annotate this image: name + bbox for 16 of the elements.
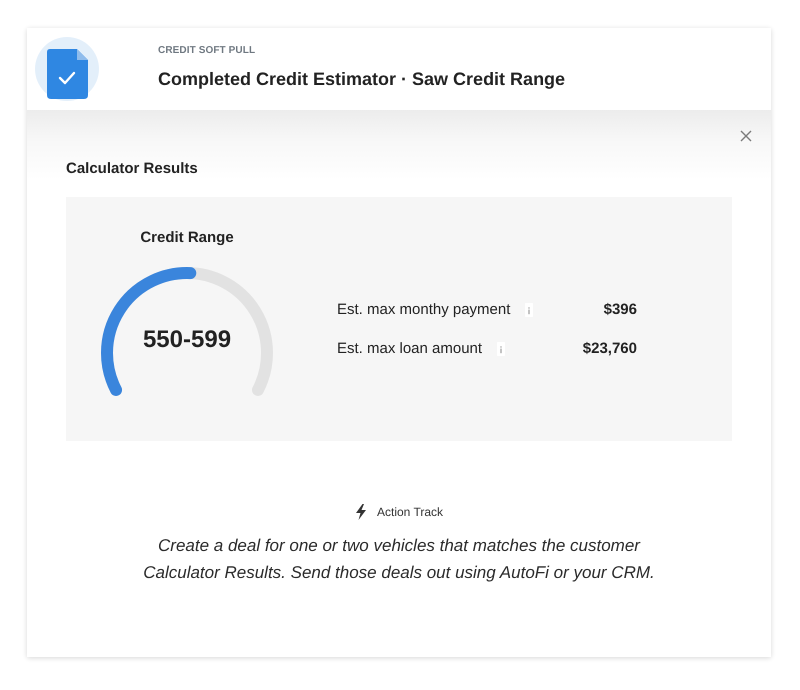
section-heading: Calculator Results <box>66 160 199 178</box>
info-icon[interactable] <box>497 342 506 356</box>
estimate-label: Est. max loan amount <box>337 339 482 359</box>
lightning-icon <box>354 504 367 520</box>
action-description: Create a deal for one or two vehicles that matches the customer Calculator Results. Send those deals out using AutoFi or your CRM. <box>142 535 656 584</box>
gauge-heading: Credit Range <box>140 229 234 247</box>
estimate-label: Est. max monthy payment <box>337 300 510 320</box>
estimate-value: $23,760 <box>582 339 637 359</box>
close-icon <box>740 130 752 142</box>
estimate-value: $396 <box>604 300 637 320</box>
credit-range-value: 550-599 <box>142 326 232 354</box>
event-category: CREDIT SOFT PULL <box>158 44 256 56</box>
document-check-icon <box>35 37 99 101</box>
event-title: Completed Credit Estimator · Saw Credit Range <box>158 68 566 90</box>
info-icon[interactable] <box>525 303 534 317</box>
action-track-label: Action Track <box>376 505 444 519</box>
